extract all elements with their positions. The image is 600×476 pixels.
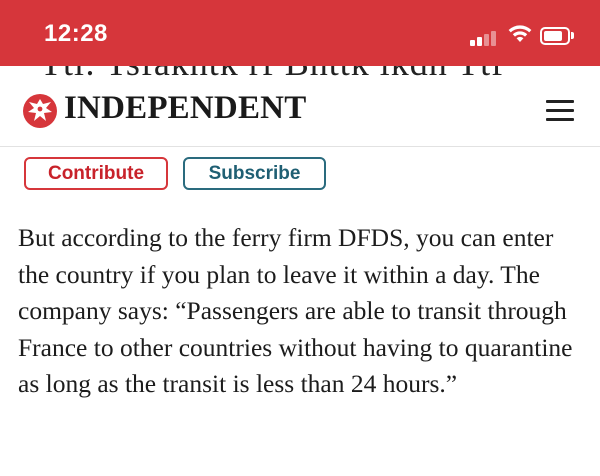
masthead: INDEPENDENT	[0, 80, 600, 147]
support-bar: Contribute Subscribe	[0, 147, 600, 201]
status-bar: 12:28	[0, 0, 600, 66]
contribute-button[interactable]: Contribute	[24, 157, 168, 190]
wifi-icon	[508, 25, 532, 42]
headline-fragment-text: Ttl: Tsfakhtk rf Bhttk lkdh Ttf	[40, 66, 504, 80]
article-paragraph: But according to the ferry firm DFDS, yo…	[18, 223, 573, 399]
article-body: But according to the ferry firm DFDS, yo…	[0, 200, 600, 476]
status-time: 12:28	[44, 20, 108, 47]
cellular-signal-icon	[470, 28, 498, 46]
site-logo-text[interactable]: INDEPENDENT	[64, 90, 306, 127]
scrolled-headline-fragment: Ttl: Tsfakhtk rf Bhttk lkdh Ttf	[0, 66, 600, 80]
subscribe-button[interactable]: Subscribe	[183, 157, 326, 190]
eagle-icon[interactable]	[22, 92, 58, 130]
battery-icon	[540, 27, 570, 45]
hamburger-menu-icon[interactable]	[546, 100, 574, 122]
battery-tip	[571, 32, 574, 39]
